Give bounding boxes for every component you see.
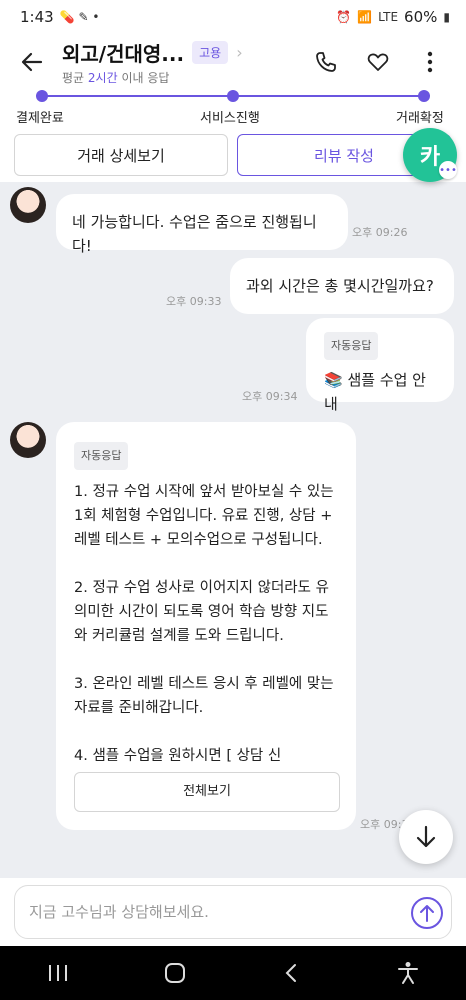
message-paragraph: 1. 정규 수업 시작에 앞서 받아보실 수 있는 1회 체험형 수업입니다. … bbox=[74, 484, 334, 548]
home-icon[interactable] bbox=[155, 953, 195, 993]
message-input-area bbox=[0, 878, 466, 946]
deal-progress: 결제완료 서비스진행 거래확정 bbox=[0, 90, 466, 130]
message-input[interactable] bbox=[29, 903, 369, 921]
send-button[interactable] bbox=[411, 897, 443, 929]
progress-dot-2 bbox=[227, 90, 239, 102]
phone-icon[interactable] bbox=[312, 48, 340, 76]
message-text: 네 가능합니다. 수업은 줌으로 진행됩니다! bbox=[72, 213, 317, 255]
response-highlight: 2시간 bbox=[87, 71, 118, 85]
message-bubble-received: 네 가능합니다. 수업은 줌으로 진행됩니다! bbox=[56, 194, 348, 255]
accessibility-icon[interactable] bbox=[388, 953, 428, 993]
auto-reply-tag: 자동응답 bbox=[324, 332, 379, 360]
heart-icon[interactable] bbox=[364, 48, 392, 76]
chat-area[interactable]: 네 가능합니다. 수업은 줌으로 진행됩니다! 오후 09:26 과외 시간은 … bbox=[0, 182, 466, 878]
notification-icons: 💊 ✎ • bbox=[59, 10, 100, 24]
message-text: 📚 샘플 수업 안내 bbox=[324, 371, 426, 413]
message-bubble-auto-reply: 자동응답 📚 샘플 수업 안내 bbox=[306, 318, 454, 413]
back-arrow-icon[interactable] bbox=[18, 48, 46, 76]
message-paragraph: 2. 정규 수업 성사로 이어지지 않더라도 유의미한 시간이 되도록 영어 학… bbox=[74, 580, 329, 644]
deal-detail-button[interactable]: 거래 상세보기 bbox=[14, 134, 228, 176]
back-nav-icon[interactable] bbox=[271, 953, 311, 993]
wifi-icon: 📶 bbox=[357, 10, 373, 24]
battery-label: 60% bbox=[404, 8, 438, 26]
message-time: 오후 09:33 bbox=[166, 295, 222, 308]
recent-apps-icon[interactable] bbox=[38, 953, 78, 993]
step-label-paid: 결제완료 bbox=[16, 111, 64, 126]
status-badge: 고용 bbox=[192, 41, 229, 64]
status-time: 1:43 bbox=[20, 8, 54, 26]
chat-bubble-icon: ••• bbox=[439, 161, 457, 179]
message-bubble-sent: 과외 시간은 총 몇시간일까요? bbox=[230, 258, 454, 314]
chat-header: 외고/건대영... 고용 › 평균 2시간 이내 응답 bbox=[0, 34, 466, 90]
step-label-confirmed: 거래확정 bbox=[396, 111, 444, 126]
response-prefix: 평균 bbox=[62, 71, 88, 85]
system-nav-bar bbox=[0, 946, 466, 1000]
message-time: 오후 09:26 bbox=[352, 226, 408, 239]
arrow-down-icon bbox=[416, 825, 436, 848]
more-vertical-icon[interactable] bbox=[416, 48, 444, 76]
action-bar: 거래 상세보기 리뷰 작성 bbox=[0, 130, 466, 182]
step-label-in-progress: 서비스진행 bbox=[200, 111, 260, 126]
message-paragraph: 3. 온라인 레벨 테스트 응시 후 레벨에 맞는 자료를 준비해갑니다. bbox=[74, 676, 334, 716]
response-suffix: 이내 응답 bbox=[117, 71, 170, 85]
progress-dot-1 bbox=[36, 90, 48, 102]
alarm-icon: ⏰ bbox=[336, 10, 352, 24]
message-time: 오후 09:34 bbox=[242, 390, 298, 403]
progress-dot-3 bbox=[418, 90, 430, 102]
network-label: LTE bbox=[378, 10, 399, 24]
message-bubble-auto-reply-long: 자동응답 1. 정규 수업 시작에 앞서 받아보실 수 있는 1회 체험형 수업… bbox=[56, 422, 356, 830]
avatar[interactable] bbox=[10, 422, 46, 458]
message-paragraph: 4. 샘플 수업을 원하시면 [ 상담 신 bbox=[74, 748, 282, 764]
arrow-up-icon bbox=[420, 905, 434, 922]
auto-reply-tag: 자동응답 bbox=[74, 442, 129, 470]
response-time: 평균 2시간 이내 응답 bbox=[62, 69, 312, 86]
scroll-down-button[interactable] bbox=[399, 810, 453, 864]
message-text: 과외 시간은 총 몇시간일까요? bbox=[246, 277, 434, 295]
chat-title-area[interactable]: 외고/건대영... 고용 › 평균 2시간 이내 응답 bbox=[62, 38, 312, 86]
view-full-button[interactable]: 전체보기 bbox=[74, 772, 340, 812]
chevron-right-icon: › bbox=[236, 43, 243, 62]
page-title: 외고/건대영... bbox=[62, 42, 185, 66]
battery-icon: ▮ bbox=[443, 10, 450, 24]
status-bar: 1:43 💊 ✎ • ⏰ 📶 LTE 60% ▮ bbox=[0, 0, 466, 34]
message-input-box[interactable] bbox=[14, 885, 452, 939]
avatar[interactable] bbox=[10, 187, 46, 223]
